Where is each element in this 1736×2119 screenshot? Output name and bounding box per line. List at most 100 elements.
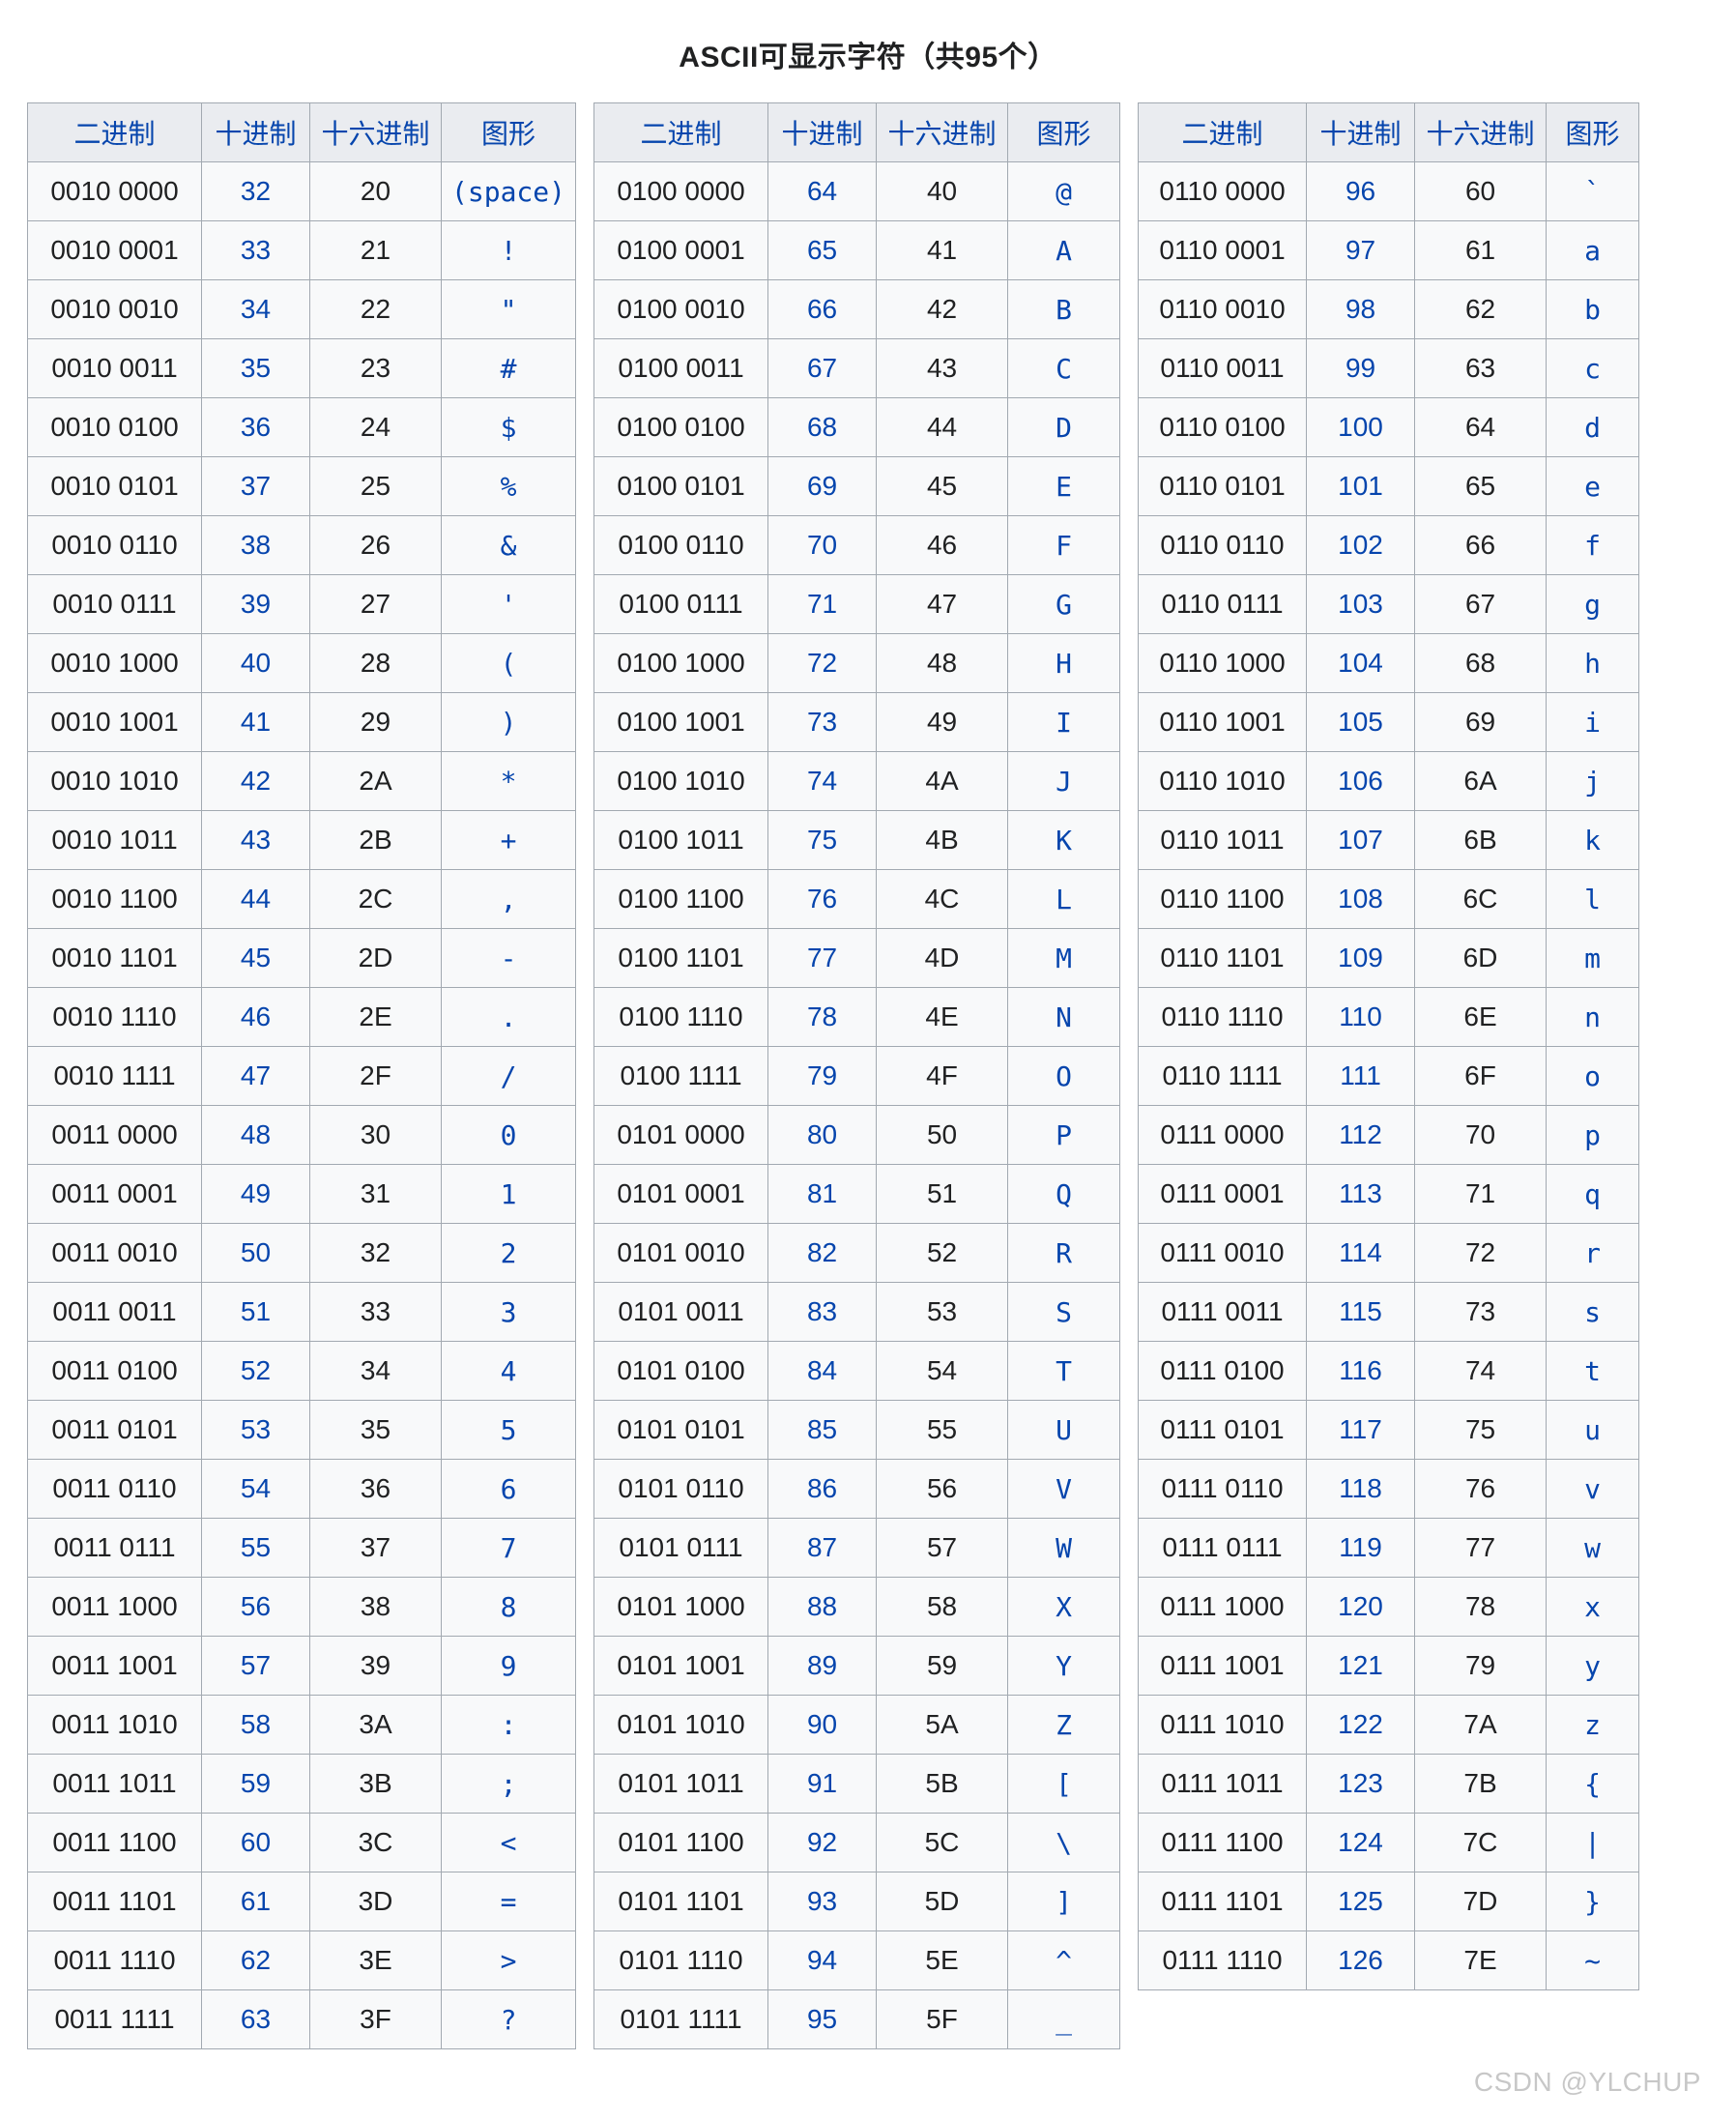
cell-dec[interactable]: 62 <box>202 1931 310 1990</box>
cell-dec[interactable]: 121 <box>1307 1637 1415 1696</box>
col-hex[interactable]: 十六进制 <box>877 103 1008 162</box>
cell-dec[interactable]: 35 <box>202 339 310 398</box>
cell-glyph[interactable]: l <box>1547 870 1639 929</box>
cell-glyph[interactable]: S <box>1008 1283 1120 1342</box>
cell-dec[interactable]: 34 <box>202 280 310 339</box>
cell-glyph[interactable]: a <box>1547 221 1639 280</box>
cell-dec[interactable]: 91 <box>768 1755 877 1814</box>
cell-glyph[interactable]: d <box>1547 398 1639 457</box>
cell-dec[interactable]: 36 <box>202 398 310 457</box>
cell-glyph[interactable]: % <box>442 457 576 516</box>
cell-dec[interactable]: 96 <box>1307 162 1415 221</box>
cell-dec[interactable]: 86 <box>768 1460 877 1519</box>
cell-dec[interactable]: 126 <box>1307 1931 1415 1990</box>
cell-glyph[interactable]: g <box>1547 575 1639 634</box>
cell-glyph[interactable]: k <box>1547 811 1639 870</box>
cell-dec[interactable]: 40 <box>202 634 310 693</box>
col-dec[interactable]: 十进制 <box>202 103 310 162</box>
cell-dec[interactable]: 32 <box>202 162 310 221</box>
cell-glyph[interactable]: P <box>1008 1106 1120 1165</box>
cell-glyph[interactable]: ^ <box>1008 1931 1120 1990</box>
cell-glyph[interactable]: > <box>442 1931 576 1990</box>
cell-dec[interactable]: 70 <box>768 516 877 575</box>
cell-glyph[interactable]: C <box>1008 339 1120 398</box>
cell-dec[interactable]: 84 <box>768 1342 877 1401</box>
col-hex[interactable]: 十六进制 <box>1415 103 1547 162</box>
col-bin[interactable]: 二进制 <box>1139 103 1307 162</box>
cell-glyph[interactable]: X <box>1008 1578 1120 1637</box>
col-glyph-link[interactable]: 图形 <box>481 119 535 149</box>
col-glyph-link[interactable]: 图形 <box>1037 119 1091 149</box>
cell-dec[interactable]: 61 <box>202 1872 310 1931</box>
cell-dec[interactable]: 102 <box>1307 516 1415 575</box>
cell-dec[interactable]: 80 <box>768 1106 877 1165</box>
cell-glyph[interactable]: y <box>1547 1637 1639 1696</box>
cell-glyph[interactable]: 7 <box>442 1519 576 1578</box>
cell-glyph[interactable]: ; <box>442 1755 576 1814</box>
cell-dec[interactable]: 123 <box>1307 1755 1415 1814</box>
cell-glyph[interactable]: [ <box>1008 1755 1120 1814</box>
cell-dec[interactable]: 101 <box>1307 457 1415 516</box>
cell-glyph[interactable]: L <box>1008 870 1120 929</box>
cell-dec[interactable]: 58 <box>202 1696 310 1755</box>
cell-glyph[interactable]: x <box>1547 1578 1639 1637</box>
cell-glyph[interactable]: & <box>442 516 576 575</box>
cell-dec[interactable]: 99 <box>1307 339 1415 398</box>
cell-dec[interactable]: 108 <box>1307 870 1415 929</box>
cell-glyph[interactable]: Z <box>1008 1696 1120 1755</box>
col-dec-link[interactable]: 十进制 <box>215 119 296 149</box>
cell-glyph[interactable]: ) <box>442 693 576 752</box>
cell-glyph[interactable]: | <box>1547 1814 1639 1872</box>
col-dec-link[interactable]: 十进制 <box>782 119 863 149</box>
cell-dec[interactable]: 81 <box>768 1165 877 1224</box>
cell-glyph[interactable]: f <box>1547 516 1639 575</box>
col-hex-link[interactable]: 十六进制 <box>888 119 997 149</box>
cell-glyph[interactable]: $ <box>442 398 576 457</box>
cell-dec[interactable]: 116 <box>1307 1342 1415 1401</box>
cell-glyph[interactable]: t <box>1547 1342 1639 1401</box>
cell-dec[interactable]: 103 <box>1307 575 1415 634</box>
cell-dec[interactable]: 75 <box>768 811 877 870</box>
cell-dec[interactable]: 68 <box>768 398 877 457</box>
cell-dec[interactable]: 77 <box>768 929 877 988</box>
cell-dec[interactable]: 38 <box>202 516 310 575</box>
cell-glyph[interactable]: , <box>442 870 576 929</box>
col-bin[interactable]: 二进制 <box>594 103 768 162</box>
col-hex-link[interactable]: 十六进制 <box>1427 119 1535 149</box>
cell-glyph[interactable]: j <box>1547 752 1639 811</box>
cell-glyph[interactable]: p <box>1547 1106 1639 1165</box>
cell-dec[interactable]: 72 <box>768 634 877 693</box>
cell-glyph[interactable]: n <box>1547 988 1639 1047</box>
cell-glyph[interactable]: 3 <box>442 1283 576 1342</box>
cell-glyph[interactable]: (space) <box>442 162 576 221</box>
cell-dec[interactable]: 74 <box>768 752 877 811</box>
cell-glyph[interactable]: 9 <box>442 1637 576 1696</box>
cell-glyph[interactable]: z <box>1547 1696 1639 1755</box>
cell-dec[interactable]: 56 <box>202 1578 310 1637</box>
cell-dec[interactable]: 33 <box>202 221 310 280</box>
cell-glyph[interactable]: b <box>1547 280 1639 339</box>
cell-dec[interactable]: 113 <box>1307 1165 1415 1224</box>
cell-glyph[interactable]: B <box>1008 280 1120 339</box>
cell-glyph[interactable]: = <box>442 1872 576 1931</box>
cell-glyph[interactable]: w <box>1547 1519 1639 1578</box>
cell-dec[interactable]: 105 <box>1307 693 1415 752</box>
cell-dec[interactable]: 59 <box>202 1755 310 1814</box>
cell-glyph[interactable]: 1 <box>442 1165 576 1224</box>
cell-dec[interactable]: 53 <box>202 1401 310 1460</box>
cell-dec[interactable]: 52 <box>202 1342 310 1401</box>
col-hex[interactable]: 十六进制 <box>310 103 442 162</box>
cell-glyph[interactable]: 2 <box>442 1224 576 1283</box>
space-link[interactable]: space <box>468 176 549 208</box>
cell-glyph[interactable]: N <box>1008 988 1120 1047</box>
cell-dec[interactable]: 111 <box>1307 1047 1415 1106</box>
cell-glyph[interactable]: H <box>1008 634 1120 693</box>
cell-dec[interactable]: 51 <box>202 1283 310 1342</box>
cell-glyph[interactable]: E <box>1008 457 1120 516</box>
col-glyph[interactable]: 图形 <box>1008 103 1120 162</box>
cell-glyph[interactable]: 4 <box>442 1342 576 1401</box>
col-glyph-link[interactable]: 图形 <box>1566 119 1620 149</box>
cell-dec[interactable]: 98 <box>1307 280 1415 339</box>
cell-dec[interactable]: 122 <box>1307 1696 1415 1755</box>
cell-glyph[interactable]: * <box>442 752 576 811</box>
